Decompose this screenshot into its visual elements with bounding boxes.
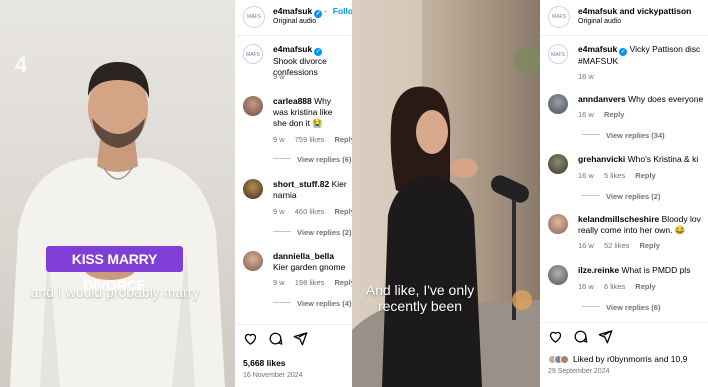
comment-item: danniella_bella Kier garden gnome 9 w 19… bbox=[235, 251, 352, 313]
view-replies-button[interactable]: View replies (6) bbox=[582, 303, 660, 312]
comment-likes[interactable]: 759 likes bbox=[295, 135, 325, 144]
comment-like-heart-icon[interactable]: ♡ bbox=[694, 96, 702, 107]
share-icon[interactable] bbox=[293, 331, 308, 346]
video-panel-woman[interactable]: And like, I've only recently been bbox=[352, 0, 540, 387]
comment-time: 16 w bbox=[578, 171, 594, 180]
comment-likes[interactable]: 6 likes bbox=[604, 282, 625, 291]
post-actions: Liked by r0bynmorris and 10,9 29 Septemb… bbox=[540, 322, 708, 387]
comment-text: Kier garden gnome bbox=[273, 262, 346, 272]
verified-badge-icon: ✓ bbox=[619, 48, 628, 56]
commenter-avatar[interactable] bbox=[243, 96, 263, 116]
comment-username[interactable]: danniella_bella bbox=[273, 251, 334, 261]
comment-time: 9 w bbox=[273, 207, 285, 216]
post-actions: 5,668 likes 16 November 2024 bbox=[235, 324, 352, 387]
commenter-avatar[interactable] bbox=[548, 94, 568, 114]
comments-panel-1: MAFS e4mafsuk ✓ · Follo Original audio MA… bbox=[235, 0, 352, 387]
view-replies-button[interactable]: View replies (2) bbox=[582, 192, 660, 201]
commenter-avatar[interactable] bbox=[548, 265, 568, 285]
video-panel-man[interactable]: 4 KISS MARRY DIVORCE and I would probabl… bbox=[0, 0, 235, 387]
account-avatar[interactable]: MAFS bbox=[548, 6, 570, 28]
reply-button[interactable]: Reply bbox=[334, 135, 352, 144]
comment-username[interactable]: carlea888 bbox=[273, 96, 312, 106]
audio-label[interactable]: Original audio bbox=[578, 18, 621, 25]
caption-time: 16 w bbox=[578, 72, 594, 81]
share-icon[interactable] bbox=[598, 329, 613, 344]
liker-avatar[interactable] bbox=[560, 355, 569, 364]
view-replies-button[interactable]: View replies (2) bbox=[273, 228, 351, 237]
comment-item: kelandmillscheshire Bloody lov really co… bbox=[540, 214, 708, 256]
verified-badge-icon: ✓ bbox=[314, 48, 323, 56]
post-likes-count[interactable]: 5,668 likes bbox=[243, 358, 286, 368]
comment-time: 16 w bbox=[578, 241, 594, 250]
liked-by-text[interactable]: Liked by r0bynmorris and 10,9 bbox=[573, 354, 687, 364]
view-replies-button[interactable]: View replies (6) bbox=[273, 155, 351, 164]
comment-text: Who's Kristina & ki bbox=[627, 154, 699, 164]
comment-item: grehanvicki Who's Kristina & ki 16 w 5 l… bbox=[540, 154, 708, 204]
commenter-avatar[interactable] bbox=[548, 214, 568, 234]
reply-button[interactable]: Reply bbox=[334, 278, 352, 287]
comment-time: 16 w bbox=[578, 110, 594, 119]
kiss-marry-divorce-badge: KISS MARRY DIVORCE bbox=[46, 246, 183, 293]
header-username[interactable]: e4mafsuk and vickypattison bbox=[578, 6, 691, 16]
caption: MAFS e4mafsuk ✓ Shook divorce confessions… bbox=[235, 44, 352, 84]
heart-icon[interactable] bbox=[548, 329, 563, 344]
reply-button[interactable]: Reply bbox=[635, 282, 655, 291]
comment-text: What is PMDD pls bbox=[621, 265, 691, 275]
view-replies-button[interactable]: View replies (4) bbox=[273, 299, 351, 308]
heart-icon[interactable] bbox=[243, 331, 258, 346]
post-header: MAFS e4mafsuk ✓ · Follo Original audio bbox=[235, 0, 352, 36]
channel-4-logo-icon: 4 bbox=[14, 52, 28, 77]
comment-username[interactable]: grehanvicki bbox=[578, 154, 625, 164]
reply-button[interactable]: Reply bbox=[639, 241, 659, 250]
comment-item: short_stuff.82 Kier narnia 9 w 460 likes… bbox=[235, 179, 352, 245]
video-frame-woman bbox=[352, 0, 540, 387]
video-subtitle: and I would probably marry bbox=[30, 284, 200, 300]
comment-item: ilze.reinke What is PMDD pls 16 w 6 like… bbox=[540, 265, 708, 315]
caption-avatar[interactable]: MAFS bbox=[243, 44, 263, 64]
comment-time: 16 w bbox=[578, 282, 594, 291]
audio-label[interactable]: Original audio bbox=[273, 18, 316, 25]
commenter-avatar[interactable] bbox=[243, 179, 263, 199]
account-avatar[interactable]: MAFS bbox=[243, 6, 265, 28]
comment-likes[interactable]: 52 likes bbox=[604, 241, 629, 250]
comment-time: 9 w bbox=[273, 278, 285, 287]
comment-likes[interactable]: 5 likes bbox=[604, 171, 625, 180]
caption-time: 9 w bbox=[273, 72, 285, 81]
comment-icon[interactable] bbox=[573, 329, 588, 344]
comment-icon[interactable] bbox=[268, 331, 283, 346]
video-subtitle: And like, I've only recently been bbox=[365, 282, 475, 314]
caption-username[interactable]: e4mafsuk bbox=[578, 44, 617, 54]
follow-button[interactable]: Follo bbox=[333, 6, 352, 16]
caption-username[interactable]: e4mafsuk bbox=[273, 44, 312, 54]
comment-text: Why does everyone bbox=[628, 94, 704, 104]
caption: MAFS e4mafsuk ✓ Vicky Pattison disc #MAFS… bbox=[540, 44, 708, 84]
comment-username[interactable]: kelandmillscheshire bbox=[578, 214, 659, 224]
comment-item: anndanvers Why does everyone ♡ 16 w Repl… bbox=[540, 94, 708, 144]
comments-panel-2: MAFS e4mafsuk and vickypattison Original… bbox=[540, 0, 708, 387]
comment-time: 9 w bbox=[273, 135, 285, 144]
reply-button[interactable]: Reply bbox=[635, 171, 655, 180]
comment-likes[interactable]: 460 likes bbox=[295, 207, 325, 216]
video-frame-man bbox=[10, 62, 225, 387]
comment-username[interactable]: short_stuff.82 bbox=[273, 179, 329, 189]
comment-username[interactable]: ilze.reinke bbox=[578, 265, 619, 275]
reply-button[interactable]: Reply bbox=[604, 110, 624, 119]
post-date: 16 November 2024 bbox=[243, 372, 303, 379]
commenter-avatar[interactable] bbox=[243, 251, 263, 271]
post-header: MAFS e4mafsuk and vickypattison Original… bbox=[540, 0, 708, 36]
comment-likes[interactable]: 198 likes bbox=[295, 278, 325, 287]
post-date: 29 September 2024 bbox=[548, 368, 610, 375]
view-replies-button[interactable]: View replies (34) bbox=[582, 131, 665, 140]
comment-username[interactable]: anndanvers bbox=[578, 94, 626, 104]
reply-button[interactable]: Reply bbox=[334, 207, 352, 216]
header-username[interactable]: e4mafsuk bbox=[273, 6, 312, 16]
commenter-avatar[interactable] bbox=[548, 154, 568, 174]
caption-avatar[interactable]: MAFS bbox=[548, 44, 568, 64]
screenshot-collage: 4 KISS MARRY DIVORCE and I would probabl… bbox=[0, 0, 708, 387]
comment-item: carlea888 Why was kristina like she don … bbox=[235, 96, 352, 174]
